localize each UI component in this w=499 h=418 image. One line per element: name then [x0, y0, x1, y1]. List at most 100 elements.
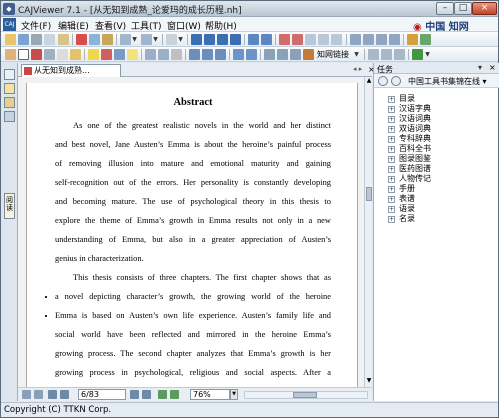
open-icon[interactable] [5, 34, 16, 45]
menu-file[interactable]: 文件(F) [21, 19, 51, 32]
chevron-down-icon[interactable]: ▼ [177, 34, 184, 45]
back-icon[interactable] [158, 390, 167, 399]
panel-menu-icon[interactable]: ▾ [478, 63, 482, 72]
expand-icon[interactable]: + [388, 106, 395, 113]
tree-item[interactable]: + 双语词典 [388, 124, 431, 134]
chevron-down-icon[interactable]: ▼ [131, 34, 138, 45]
zoom-in-icon[interactable] [279, 34, 290, 45]
underline-icon[interactable] [101, 49, 112, 60]
play-icon[interactable] [412, 49, 423, 60]
notes-pane-icon[interactable] [4, 97, 15, 108]
scroll-up-icon[interactable]: ▲ [365, 77, 373, 85]
maximize-button[interactable]: □ [454, 2, 472, 15]
menu-view[interactable]: 查看(V) [95, 19, 126, 32]
document-tab[interactable]: 从无知到成熟... [21, 64, 121, 77]
vertical-scrollbar[interactable]: ▲ ▼ [364, 77, 372, 387]
first-page-icon[interactable] [191, 34, 202, 45]
find-next-icon[interactable] [246, 49, 257, 60]
text-select-icon[interactable] [31, 49, 42, 60]
window-split-icon[interactable] [394, 49, 405, 60]
back-circle-icon[interactable] [378, 76, 388, 86]
cut-icon[interactable] [76, 34, 87, 45]
search-pane-icon[interactable] [4, 111, 15, 122]
redo-icon[interactable] [141, 34, 152, 45]
expand-icon[interactable]: + [388, 186, 395, 193]
tree-item[interactable]: + 表谱 [388, 194, 431, 204]
tree-item[interactable]: + 百科全书 [388, 144, 431, 154]
full-screen-icon[interactable] [407, 34, 418, 45]
tab-scroll-arrows[interactable]: ◂ ▸ [353, 65, 362, 73]
paste-icon[interactable] [102, 34, 113, 45]
text-mode-icon[interactable] [264, 49, 275, 60]
menu-help[interactable]: 帮助(H) [205, 19, 237, 32]
minimize-button[interactable]: – [436, 2, 454, 15]
tree-item[interactable]: + 人物传记 [388, 174, 431, 184]
actual-size-icon[interactable] [331, 34, 342, 45]
sidebar-toggle-icon[interactable] [290, 49, 301, 60]
tree-item[interactable]: + 语录 [388, 204, 431, 214]
scroll-down-icon[interactable]: ▼ [365, 377, 373, 385]
print-preview-icon[interactable] [44, 34, 55, 45]
previous-page-icon[interactable] [60, 390, 69, 399]
page-setup-icon[interactable] [166, 34, 177, 45]
print-icon[interactable] [31, 34, 42, 45]
find-icon[interactable] [233, 49, 244, 60]
expand-icon[interactable]: + [388, 96, 395, 103]
tree-item[interactable]: + 目录 [388, 94, 431, 104]
horizontal-scrollbar[interactable] [244, 391, 368, 399]
eraser-icon[interactable] [171, 49, 182, 60]
scrollbar-thumb[interactable] [293, 392, 317, 398]
line-icon[interactable] [215, 49, 226, 60]
expand-icon[interactable]: + [388, 136, 395, 143]
tree-item[interactable]: + 汉语字典 [388, 104, 431, 114]
panel-close-button[interactable]: × [489, 63, 496, 72]
tree-item[interactable]: + 医药图谱 [388, 164, 431, 174]
forward-icon[interactable] [170, 390, 179, 399]
tree-item[interactable]: + 图录图鉴 [388, 154, 431, 164]
note-icon[interactable] [127, 49, 138, 60]
chevron-down-icon[interactable]: ▼ [152, 34, 159, 45]
next-page-icon[interactable] [217, 34, 228, 45]
reference-source-select[interactable]: 中国工具书集锦在线 ▾ [408, 76, 495, 87]
cnki-link-button[interactable]: 知网链接 [317, 49, 349, 60]
menu-tools[interactable]: 工具(T) [131, 19, 162, 32]
thumbnail-view-icon[interactable] [22, 390, 31, 399]
close-button[interactable]: × [472, 2, 497, 15]
strikeout-icon[interactable] [114, 49, 125, 60]
bookmark-icon[interactable] [145, 49, 156, 60]
save-icon[interactable] [18, 34, 29, 45]
expand-icon[interactable]: + [388, 146, 395, 153]
pencil-icon[interactable] [158, 49, 169, 60]
select-arrow-icon[interactable] [18, 49, 29, 60]
rotate-icon[interactable] [389, 34, 400, 45]
tree-item[interactable]: + 手册 [388, 184, 431, 194]
rectangle-icon[interactable] [189, 49, 200, 60]
fit-width-icon[interactable] [305, 34, 316, 45]
scrollbar-thumb[interactable] [366, 187, 372, 201]
forward-circle-icon[interactable] [391, 76, 401, 86]
first-page-icon[interactable] [48, 390, 57, 399]
menu-window[interactable]: 窗口(W) [167, 19, 201, 32]
highlight-icon[interactable] [88, 49, 99, 60]
link-icon[interactable] [303, 49, 314, 60]
facing-pages-icon[interactable] [376, 34, 387, 45]
window-cascade-icon[interactable] [381, 49, 392, 60]
expand-icon[interactable]: + [388, 166, 395, 173]
ellipse-icon[interactable] [202, 49, 213, 60]
copy-icon[interactable] [89, 34, 100, 45]
expand-icon[interactable]: + [388, 196, 395, 203]
last-page-icon[interactable] [230, 34, 241, 45]
navigation-pane-icon[interactable] [4, 69, 15, 80]
annotation-pane-icon[interactable] [4, 83, 15, 94]
window-tile-icon[interactable] [368, 49, 379, 60]
zoom-out-icon[interactable] [292, 34, 303, 45]
last-page-icon[interactable] [142, 390, 151, 399]
chevron-down-icon[interactable]: ▼ [230, 389, 238, 400]
layout-icon[interactable] [277, 49, 288, 60]
expand-icon[interactable]: + [388, 216, 395, 223]
read-tab[interactable]: 阅读 [4, 193, 15, 219]
help-icon[interactable] [420, 34, 431, 45]
back-icon[interactable] [248, 34, 259, 45]
continuous-view-icon[interactable] [34, 390, 43, 399]
ocr-icon[interactable] [57, 49, 68, 60]
